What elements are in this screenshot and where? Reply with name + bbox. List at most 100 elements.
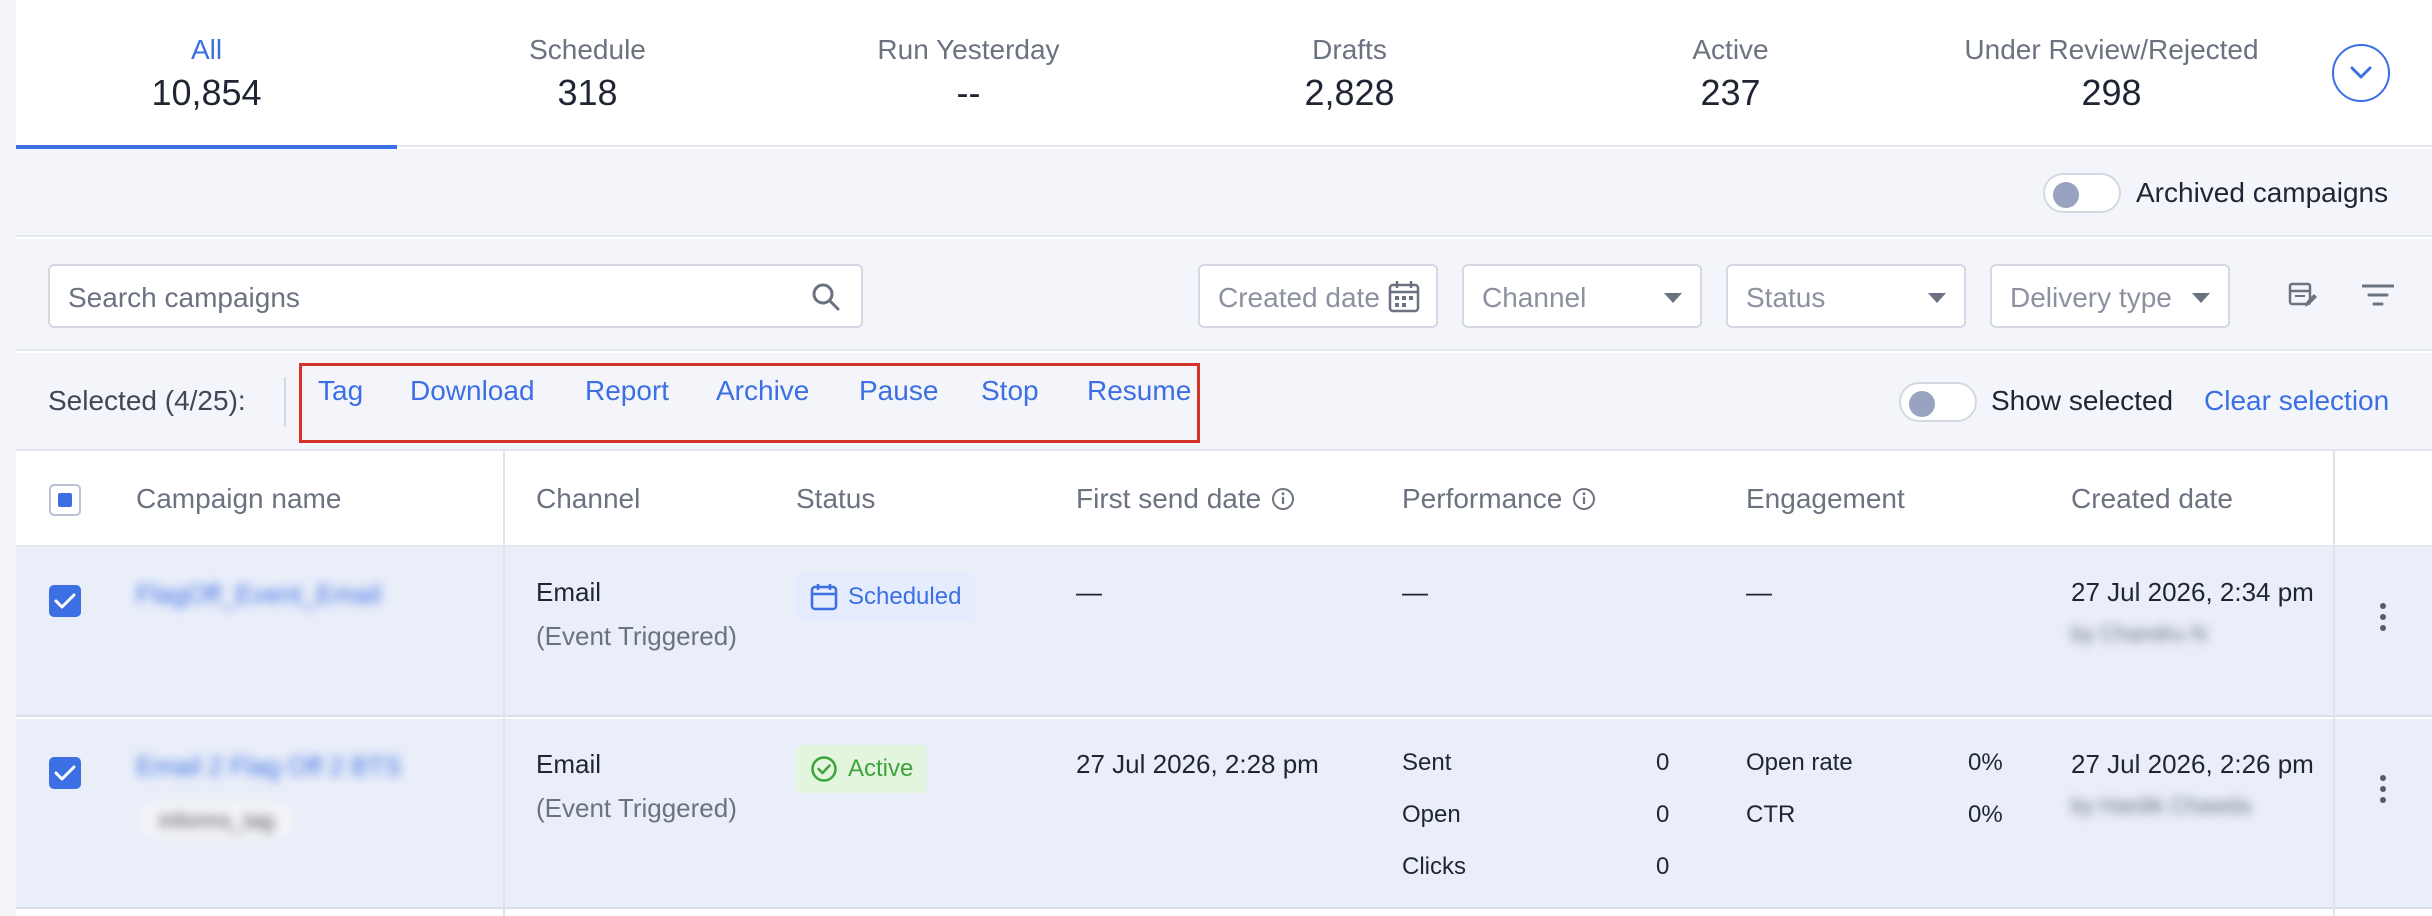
divider [284, 377, 286, 427]
created-date-filter[interactable]: Created date [1198, 264, 1438, 328]
channel-dropdown[interactable]: Channel [1462, 264, 1702, 328]
header-engagement[interactable]: Engagement [1746, 483, 1905, 515]
delivery-type-dropdown[interactable]: Delivery type [1990, 264, 2230, 328]
report-action[interactable]: Report [585, 375, 669, 407]
created-date-label: Created date [1218, 282, 1380, 313]
check-icon [54, 593, 76, 609]
toggle-knob [2053, 182, 2079, 208]
clear-selection-link[interactable]: Clear selection [2204, 385, 2389, 417]
first-send-date: — [1076, 577, 1102, 607]
check-circle-icon [811, 756, 837, 782]
performance-value: — [1402, 577, 1428, 607]
row-checkbox[interactable] [49, 757, 81, 789]
tab-label: Run Yesterday [877, 34, 1060, 65]
archived-bar: Archived campaigns [16, 149, 2432, 237]
filter-button[interactable] [2356, 273, 2400, 317]
archived-campaigns-label: Archived campaigns [2136, 177, 2389, 208]
chevron-down-icon [2192, 293, 2210, 303]
channel-name: Email [536, 577, 602, 607]
tab-count: -- [956, 72, 981, 113]
header-channel[interactable]: Channel [536, 483, 640, 515]
header-first-send-date[interactable]: First send date [1076, 483, 1295, 515]
campaign-name-link[interactable]: Email 2 Flag Off 2 BTS [136, 751, 401, 782]
header-created-date[interactable]: Created date [2071, 483, 2233, 515]
tab-drafts[interactable]: Drafts 2,828 [1159, 0, 1540, 147]
dot [2380, 775, 2386, 781]
header-campaign-name[interactable]: Campaign name [136, 483, 341, 515]
status-label: Scheduled [848, 583, 962, 610]
selection-bar: Selected (4/25): Tag Download Report Arc… [16, 353, 2432, 451]
tab-count: 10,854 [151, 72, 262, 113]
info-icon[interactable] [1572, 487, 1596, 511]
channel-subtype: (Event Triggered) [536, 621, 737, 651]
frozen-column-divider [503, 451, 505, 916]
frozen-column-divider [2333, 451, 2335, 916]
status-dropdown[interactable]: Status [1726, 264, 1966, 328]
search-placeholder: Search campaigns [68, 282, 300, 313]
download-action[interactable]: Download [410, 375, 535, 407]
campaign-tag-chip[interactable]: informs_tag [136, 799, 297, 841]
show-selected-label: Show selected [1991, 385, 2174, 416]
campaign-name-link[interactable]: FlagOff_Event_Email [136, 579, 381, 610]
show-selected-toggle[interactable] [1899, 382, 1977, 422]
created-date: 27 Jul 2026, 2:34 pm [2071, 577, 2314, 607]
eng-ctr-value: 0% [1968, 801, 2003, 828]
stop-action[interactable]: Stop [981, 375, 1039, 407]
perf-clicks-value: 0 [1656, 853, 1670, 880]
perf-sent-label: Sent [1402, 749, 1452, 776]
chevron-down-icon [2350, 66, 2372, 79]
delivery-type-dropdown-label: Delivery type [2010, 282, 2172, 313]
channel-name: Email [536, 749, 602, 779]
tab-all[interactable]: All 10,854 [16, 0, 397, 149]
first-send-date: 27 Jul 2026, 2:28 pm [1076, 749, 1319, 779]
tab-count: 318 [557, 72, 618, 113]
status-badge: Scheduled [796, 573, 976, 621]
row-menu-button[interactable] [2368, 769, 2398, 809]
campaigns-panel: All 10,854 Schedule 318 Run Yesterday --… [16, 0, 2432, 916]
engagement-value: — [1746, 577, 1772, 607]
created-date: 27 Jul 2026, 2:26 pm [2071, 749, 2314, 779]
resume-action[interactable]: Resume [1087, 375, 1191, 407]
header-label: Performance [1402, 483, 1563, 514]
perf-clicks-label: Clicks [1402, 853, 1466, 880]
search-campaigns-input[interactable]: Search campaigns [48, 264, 863, 328]
table-row[interactable]: Email 2 Flag Off 2 BTS informs_tag Email… [16, 719, 2432, 909]
perf-open-value: 0 [1656, 801, 1670, 828]
table-edit-icon [2288, 282, 2317, 307]
tab-label: Schedule [529, 34, 646, 65]
toggle-knob [1909, 391, 1935, 417]
status-label: Active [848, 755, 914, 782]
select-all-checkbox[interactable] [49, 484, 81, 516]
archived-campaigns-toggle[interactable] [2043, 173, 2121, 213]
perf-sent-value: 0 [1656, 749, 1670, 776]
tab-under-review-rejected[interactable]: Under Review/Rejected 298 [1921, 0, 2302, 147]
calendar-icon [1388, 281, 1420, 313]
header-label: Created date [2071, 483, 2233, 514]
table-header: Campaign name Channel Status First send … [16, 451, 2432, 547]
info-icon[interactable] [1271, 487, 1295, 511]
header-performance[interactable]: Performance [1402, 483, 1596, 515]
tab-label: All [190, 34, 223, 65]
tab-run-yesterday[interactable]: Run Yesterday -- [778, 0, 1159, 147]
tag-action[interactable]: Tag [318, 375, 363, 407]
tab-schedule[interactable]: Schedule 318 [397, 0, 778, 147]
row-menu-button[interactable] [2368, 597, 2398, 637]
header-label: Channel [536, 483, 641, 514]
pause-action[interactable]: Pause [859, 375, 938, 407]
expand-tabs-button[interactable] [2332, 44, 2390, 102]
status-badge: Active [796, 745, 928, 793]
column-settings-button[interactable] [2280, 273, 2324, 317]
filter-bar: Search campaigns Created date Channel St… [16, 239, 2432, 351]
chevron-down-icon [1928, 293, 1946, 303]
filter-lines-icon [2362, 284, 2394, 306]
header-status[interactable]: Status [796, 483, 875, 515]
calendar-icon [810, 584, 838, 611]
eng-open-rate-label: Open rate [1746, 749, 1853, 776]
tab-active[interactable]: Active 237 [1540, 0, 1921, 147]
row-checkbox[interactable] [49, 585, 81, 617]
tab-label: Drafts [1312, 34, 1387, 65]
status-dropdown-label: Status [1746, 282, 1826, 313]
dot [2380, 603, 2386, 609]
table-row[interactable]: FlagOff_Event_Email Email (Event Trigger… [16, 547, 2432, 717]
archive-action[interactable]: Archive [716, 375, 809, 407]
